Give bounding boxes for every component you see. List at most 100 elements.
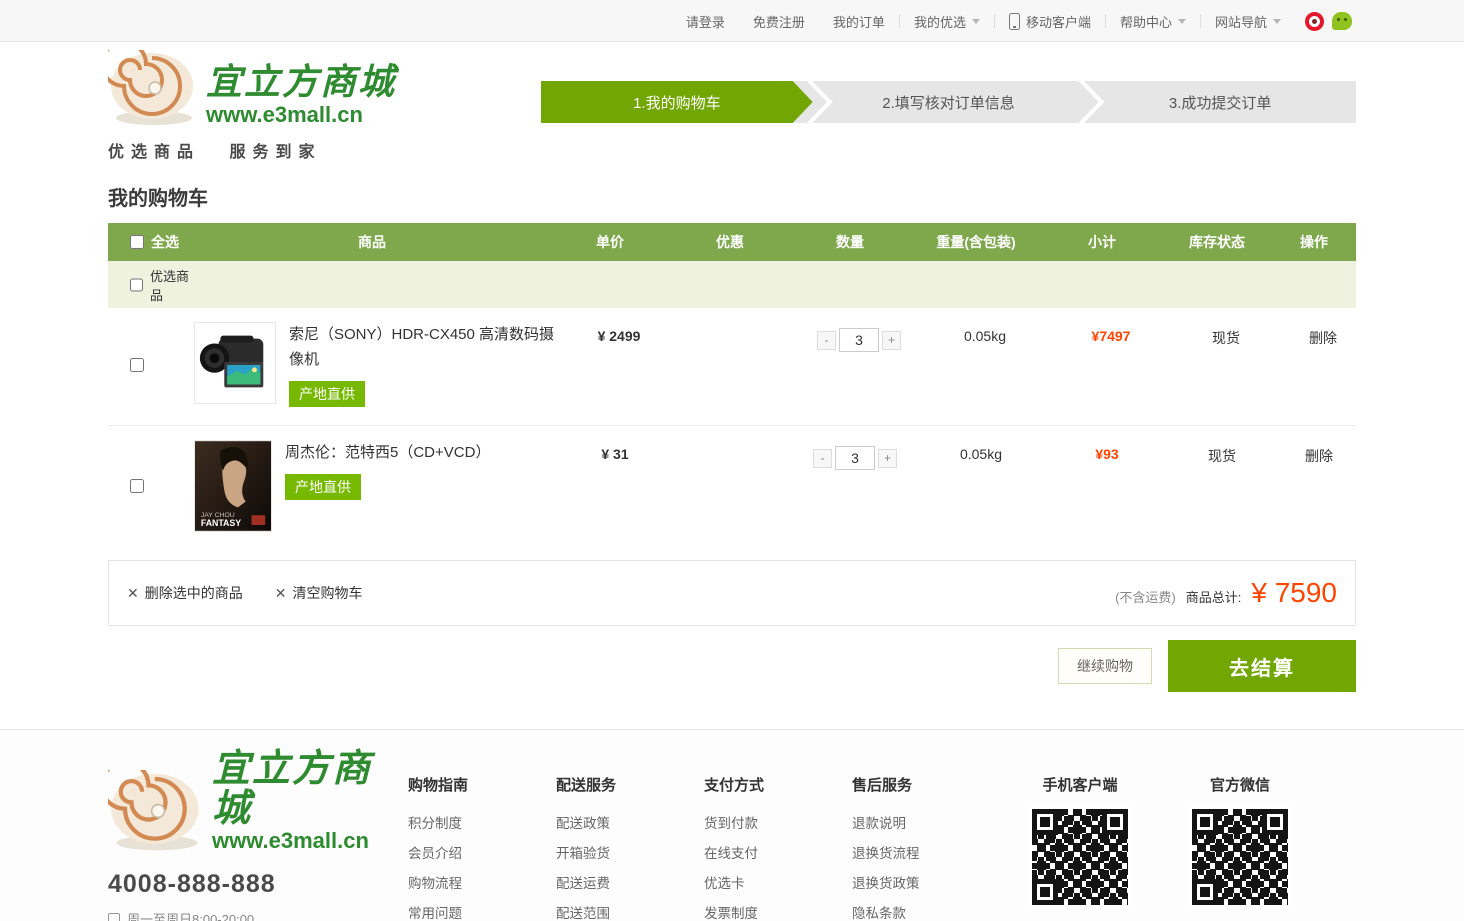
brand-domain: www.e3mall.cn [206,102,396,128]
column-discount: 优惠 [670,232,790,252]
product-image-album[interactable]: JAY CHOU FANTASY [194,440,272,532]
product-title[interactable]: 索尼（SONY）HDR-CX450 高清数码摄像机 [289,322,559,372]
my-orders-link[interactable]: 我的订单 [819,12,899,31]
quantity-input[interactable] [835,446,875,470]
footer-link[interactable]: 配送运费 [556,869,704,899]
site-logo[interactable]: 宜立方商城 www.e3mall.cn [108,50,396,128]
delete-item-link[interactable]: 删除 [1309,330,1337,346]
clear-cart-label: 清空购物车 [292,583,362,603]
column-subtotal: 小计 [1042,232,1162,252]
item-checkbox[interactable] [130,479,144,493]
checkout-progress-steps: 1.我的购物车 2.填写核对订单信息 3.成功提交订单 [541,81,1356,123]
footer-logo[interactable]: 宜立方商城 www.e3mall.cn [108,748,408,854]
cart-item-row: JAY CHOU FANTASY 周杰伦：范特西5（CD+VCD） 产地直供 ¥… [108,425,1356,550]
select-all-label: 全选 [151,232,179,252]
my-favorites-menu[interactable]: 我的优选 [900,12,994,31]
footer-link[interactable]: 优选卡 [704,869,852,899]
qr-title: 手机客户端 [1000,774,1160,795]
footer-link[interactable]: 配送范围 [556,899,704,921]
brand-name: 宜立方商城 [212,748,408,828]
nautilus-shell-icon [108,50,200,128]
column-unit-price: 单价 [550,232,670,252]
register-link[interactable]: 免费注册 [739,12,819,31]
mobile-client-link[interactable]: 移动客户端 [995,12,1105,31]
item-subtotal: ¥93 [1095,446,1118,462]
footer-link[interactable]: 配送政策 [556,809,704,839]
login-link[interactable]: 请登录 [672,12,739,31]
footer-link[interactable]: 购物流程 [408,869,556,899]
step-order-submitted: 3.成功提交订单 [1084,81,1356,123]
site-nav-menu[interactable]: 网站导航 [1201,12,1295,31]
weibo-icon[interactable] [1305,12,1324,31]
footer-link[interactable]: 货到付款 [704,809,852,839]
mobile-client-label: 移动客户端 [1026,12,1091,31]
cart-group-row: 优选商品 [108,261,1356,308]
stock-status: 现货 [1212,330,1240,346]
brand-domain: www.e3mall.cn [212,828,408,854]
shipping-note: (不含运费) [1115,587,1176,606]
footer-link[interactable]: 退款说明 [852,809,1000,839]
footer-link[interactable]: 开箱验货 [556,839,704,869]
total-amount: ¥ 7590 [1251,577,1337,609]
svg-text:FANTASY: FANTASY [201,518,241,528]
footer-column-title: 支付方式 [704,774,852,795]
product-image-camcorder[interactable] [194,322,276,404]
footer-link[interactable]: 常用问题 [408,899,556,921]
footer-link[interactable]: 退换货流程 [852,839,1000,869]
continue-shopping-button[interactable]: 继续购物 [1058,648,1152,684]
footer-column-shopping-guide: 购物指南 积分制度 会员介绍 购物流程 常用问题 [408,774,556,921]
clear-cart-link[interactable]: ✕ 清空购物车 [275,583,363,603]
quantity-input[interactable] [839,328,879,352]
select-all-checkbox[interactable] [130,235,144,249]
discount-cell [679,322,799,328]
footer-column-title: 售后服务 [852,774,1000,795]
group-select-checkbox[interactable] [130,278,143,292]
origin-direct-badge: 产地直供 [285,474,361,500]
clock-icon [108,913,120,921]
delete-selected-link[interactable]: ✕ 删除选中的商品 [127,583,243,603]
product-title[interactable]: 周杰伦：范特西5（CD+VCD） [285,440,555,465]
chevron-down-icon [972,19,980,24]
footer-link[interactable]: 发票制度 [704,899,852,921]
column-product: 商品 [194,232,550,252]
my-favorites-label: 我的优选 [914,12,966,31]
footer-column-title: 配送服务 [556,774,704,795]
qty-increase-button[interactable]: + [882,331,901,350]
help-center-menu[interactable]: 帮助中心 [1106,12,1200,31]
stock-status: 现货 [1208,448,1236,464]
wechat-qr-block: 官方微信 [1160,774,1320,921]
help-center-label: 帮助中心 [1120,12,1172,31]
step-confirm-order: 2.填写核对订单信息 [813,81,1085,123]
item-checkbox[interactable] [130,358,144,372]
qty-decrease-button[interactable]: - [817,331,836,350]
x-icon: ✕ [275,585,287,602]
brand-slogan: 优选商品 服务到家 [108,138,396,162]
item-weight: 0.05kg [964,328,1006,344]
qty-increase-button[interactable]: + [878,449,897,468]
group-label: 优选商品 [150,266,194,304]
footer-link[interactable]: 退换货政策 [852,869,1000,899]
wechat-qr-code [1192,809,1288,905]
footer-column-payment: 支付方式 货到付款 在线支付 优选卡 发票制度 [704,774,852,921]
site-nav-label: 网站导航 [1215,12,1267,31]
footer-link[interactable]: 积分制度 [408,809,556,839]
page-title: 我的购物车 [108,182,1356,211]
chevron-down-icon [1273,19,1281,24]
discount-cell [675,440,795,446]
column-weight: 重量(含包装) [910,232,1042,252]
wechat-icon[interactable] [1332,12,1352,30]
column-quantity: 数量 [790,232,910,252]
checkout-button[interactable]: 去结算 [1168,640,1356,692]
qty-decrease-button[interactable]: - [813,449,832,468]
nautilus-shell-icon [108,770,206,854]
item-weight: 0.05kg [960,446,1002,462]
cart-summary-bar: ✕ 删除选中的商品 ✕ 清空购物车 (不含运费) 商品总计: ¥ 7590 [108,560,1356,626]
footer-link[interactable]: 在线支付 [704,839,852,869]
mobile-app-qr-block: 手机客户端 [1000,774,1160,921]
topbar: 请登录 免费注册 我的订单 我的优选 移动客户端 帮助中心 网站导航 [0,0,1464,42]
quantity-stepper: - + [817,328,901,352]
footer-link[interactable]: 隐私条款 [852,899,1000,921]
delete-item-link[interactable]: 删除 [1305,448,1333,464]
delete-selected-label: 删除选中的商品 [145,583,243,603]
footer-link[interactable]: 会员介绍 [408,839,556,869]
